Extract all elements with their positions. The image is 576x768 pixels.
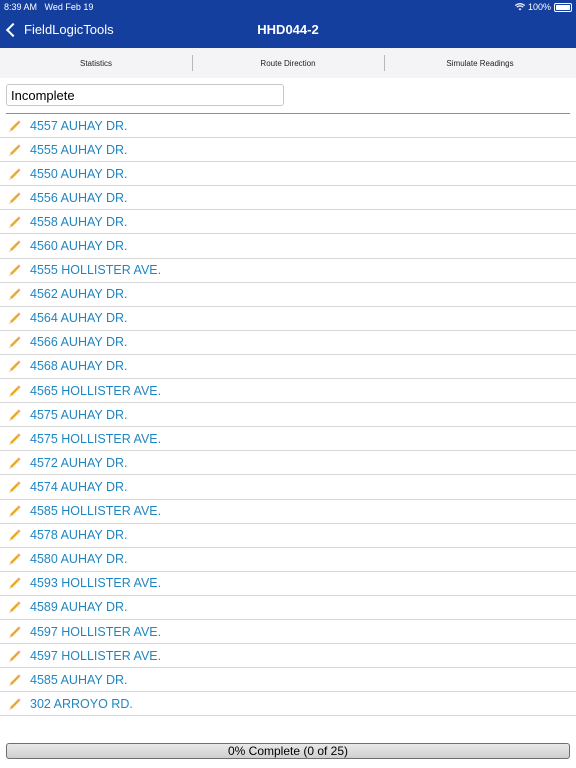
address-row[interactable]: 4574 AUHAY DR. bbox=[0, 475, 576, 500]
address-row[interactable]: 4572 AUHAY DR. bbox=[0, 451, 576, 476]
pencil-icon[interactable] bbox=[0, 191, 30, 205]
pencil-icon[interactable] bbox=[0, 384, 30, 398]
address-link[interactable]: 4558 AUHAY DR. bbox=[30, 215, 128, 229]
pencil-icon[interactable] bbox=[0, 504, 30, 518]
address-row[interactable]: 4558 AUHAY DR. bbox=[0, 210, 576, 235]
pencil-icon[interactable] bbox=[0, 239, 30, 253]
address-row[interactable]: 4580 AUHAY DR. bbox=[0, 548, 576, 572]
address-link[interactable]: 302 ARROYO RD. bbox=[30, 697, 133, 711]
segmented-tabs: Statistics Route Direction Simulate Read… bbox=[0, 48, 576, 78]
status-indicators: 100% bbox=[514, 2, 572, 12]
address-row[interactable]: 4568 AUHAY DR. bbox=[0, 355, 576, 380]
wifi-icon bbox=[514, 3, 525, 11]
pencil-icon[interactable] bbox=[0, 119, 30, 133]
address-link[interactable]: 4555 HOLLISTER AVE. bbox=[30, 263, 161, 277]
address-row[interactable]: 4589 AUHAY DR. bbox=[0, 596, 576, 620]
battery-icon bbox=[554, 2, 572, 12]
battery-percent: 100% bbox=[527, 2, 551, 12]
pencil-icon[interactable] bbox=[0, 359, 30, 373]
pencil-icon[interactable] bbox=[0, 528, 30, 542]
address-list: 4557 AUHAY DR. 4555 AUHAY DR. 4550 AUHAY D… bbox=[0, 114, 576, 717]
address-row[interactable]: 4556 AUHAY DR. bbox=[0, 186, 576, 211]
pencil-icon[interactable] bbox=[0, 311, 30, 325]
pencil-icon[interactable] bbox=[0, 697, 30, 711]
address-row[interactable]: 4597 HOLLISTER AVE. bbox=[0, 644, 576, 669]
status-time: 8:39 AM bbox=[4, 2, 38, 12]
address-link[interactable]: 4578 AUHAY DR. bbox=[30, 528, 128, 542]
address-row[interactable]: 4575 AUHAY DR. bbox=[0, 403, 576, 428]
pencil-icon[interactable] bbox=[0, 287, 30, 301]
address-row[interactable]: 4578 AUHAY DR. bbox=[0, 524, 576, 548]
page-title: HHD044-2 bbox=[257, 22, 319, 37]
status-date: Wed Feb 19 bbox=[44, 2, 94, 12]
address-row[interactable]: 4566 AUHAY DR. bbox=[0, 331, 576, 355]
pencil-icon[interactable] bbox=[0, 600, 30, 614]
pencil-icon[interactable] bbox=[0, 625, 30, 639]
address-row[interactable]: 4564 AUHAY DR. bbox=[0, 307, 576, 331]
address-link[interactable]: 4564 AUHAY DR. bbox=[30, 311, 128, 325]
address-row[interactable]: 4585 HOLLISTER AVE. bbox=[0, 500, 576, 524]
pencil-icon[interactable] bbox=[0, 432, 30, 446]
address-link[interactable]: 4555 AUHAY DR. bbox=[30, 143, 128, 157]
address-row[interactable]: 4585 AUHAY DR. bbox=[0, 668, 576, 693]
address-row[interactable]: 4575 HOLLISTER AVE. bbox=[0, 427, 576, 452]
address-link[interactable]: 4597 HOLLISTER AVE. bbox=[30, 649, 161, 663]
pencil-icon[interactable] bbox=[0, 263, 30, 277]
pencil-icon[interactable] bbox=[0, 480, 30, 494]
address-row[interactable]: 4550 AUHAY DR. bbox=[0, 162, 576, 187]
address-link[interactable]: 4585 HOLLISTER AVE. bbox=[30, 504, 161, 518]
address-link[interactable]: 4565 HOLLISTER AVE. bbox=[30, 384, 161, 398]
address-link[interactable]: 4585 AUHAY DR. bbox=[30, 673, 128, 687]
tab-route-direction[interactable]: Route Direction bbox=[192, 48, 384, 78]
progress-label: 0% Complete (0 of 25) bbox=[227, 744, 349, 758]
pencil-icon[interactable] bbox=[0, 167, 30, 181]
address-row[interactable]: 4593 HOLLISTER AVE. bbox=[0, 572, 576, 596]
navigation-bar: 8:39 AM Wed Feb 19 100% FieldLogicTools … bbox=[0, 0, 576, 48]
address-row[interactable]: 302 ARROYO RD. bbox=[0, 692, 576, 717]
address-link[interactable]: 4575 HOLLISTER AVE. bbox=[30, 432, 161, 446]
address-link[interactable]: 4562 AUHAY DR. bbox=[30, 287, 128, 301]
address-row[interactable]: 4562 AUHAY DR. bbox=[0, 283, 576, 307]
address-link[interactable]: 4556 AUHAY DR. bbox=[30, 191, 128, 205]
address-row[interactable]: 4557 AUHAY DR. bbox=[0, 114, 576, 139]
address-link[interactable]: 4560 AUHAY DR. bbox=[30, 239, 128, 253]
pencil-icon[interactable] bbox=[0, 649, 30, 663]
address-link[interactable]: 4566 AUHAY DR. bbox=[30, 335, 128, 349]
address-link[interactable]: 4575 AUHAY DR. bbox=[30, 408, 128, 422]
address-row[interactable]: 4565 HOLLISTER AVE. bbox=[0, 379, 576, 404]
completion-progress-bar: 0% Complete (0 of 25) bbox=[6, 743, 570, 759]
address-link[interactable]: 4580 AUHAY DR. bbox=[30, 552, 128, 566]
address-link[interactable]: 4597 HOLLISTER AVE. bbox=[30, 625, 161, 639]
tab-simulate-readings[interactable]: Simulate Readings bbox=[384, 48, 576, 78]
address-row[interactable]: 4560 AUHAY DR. bbox=[0, 234, 576, 259]
pencil-icon[interactable] bbox=[0, 408, 30, 422]
address-link[interactable]: 4557 AUHAY DR. bbox=[30, 119, 128, 133]
pencil-icon[interactable] bbox=[0, 143, 30, 157]
address-link[interactable]: 4574 AUHAY DR. bbox=[30, 480, 128, 494]
pencil-icon[interactable] bbox=[0, 576, 30, 590]
address-row[interactable]: 4555 HOLLISTER AVE. bbox=[0, 259, 576, 283]
address-link[interactable]: 4593 HOLLISTER AVE. bbox=[30, 576, 161, 590]
pencil-icon[interactable] bbox=[0, 552, 30, 566]
tab-statistics[interactable]: Statistics bbox=[0, 48, 192, 78]
pencil-icon[interactable] bbox=[0, 673, 30, 687]
address-link[interactable]: 4568 AUHAY DR. bbox=[30, 359, 128, 373]
pencil-icon[interactable] bbox=[0, 215, 30, 229]
pencil-icon[interactable] bbox=[0, 335, 30, 349]
address-row[interactable]: 4555 AUHAY DR. bbox=[0, 138, 576, 163]
pencil-icon[interactable] bbox=[0, 456, 30, 470]
address-row[interactable]: 4597 HOLLISTER AVE. bbox=[0, 620, 576, 645]
status-time-date: 8:39 AM Wed Feb 19 bbox=[4, 2, 93, 12]
filter-select[interactable]: Incomplete bbox=[6, 84, 284, 106]
address-link[interactable]: 4550 AUHAY DR. bbox=[30, 167, 128, 181]
address-link[interactable]: 4589 AUHAY DR. bbox=[30, 600, 128, 614]
address-link[interactable]: 4572 AUHAY DR. bbox=[30, 456, 128, 470]
